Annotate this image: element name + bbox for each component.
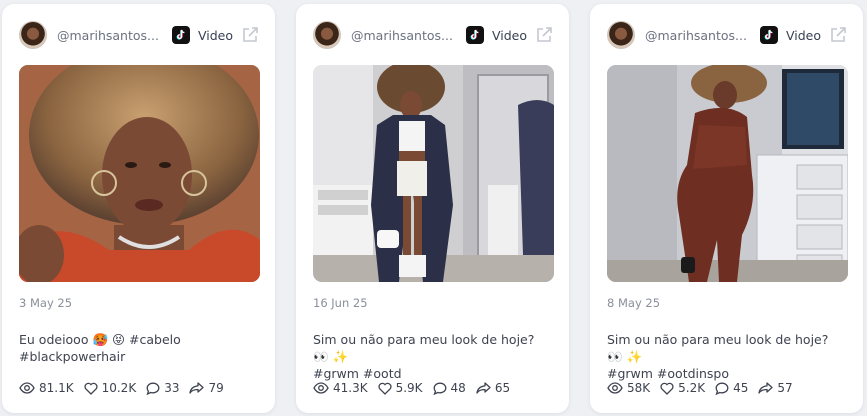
caption-hashtags: #grwm #ootdinspo [607, 366, 730, 381]
video-thumbnail[interactable] [607, 65, 848, 282]
caption-line: Sim ou não para meu look de hoje? 👀 ✨ [313, 332, 535, 364]
engagement-stats: 58K 5.2K 45 57 [607, 381, 803, 395]
comments-stat: 45 [715, 381, 748, 395]
views-stat: 41.3K [313, 381, 368, 395]
shares-stat: 57 [758, 381, 793, 395]
avatar[interactable] [313, 21, 341, 49]
likes-count: 5.2K [678, 381, 706, 395]
likes-stat: 10.2K [84, 381, 137, 395]
heart-icon [660, 382, 674, 395]
share-icon [758, 382, 774, 394]
caption-line: Sim ou não para meu look de hoje? 👀 ✨ [607, 332, 829, 364]
comments-stat: 48 [433, 381, 466, 395]
card-header: @marihsantos... Video [313, 21, 553, 49]
author-handle[interactable]: @marihsantos... [645, 28, 751, 43]
post-card[interactable]: @marihsantos... Video 3 May 25 Eu odeioo… [2, 4, 275, 413]
video-thumbnail[interactable] [313, 65, 554, 282]
external-link-icon[interactable] [535, 26, 553, 44]
engagement-stats: 81.1K 10.2K 33 79 [19, 381, 234, 395]
platform-label: Video [492, 27, 528, 43]
avatar[interactable] [607, 21, 635, 49]
author-handle[interactable]: @marihsantos... [351, 28, 457, 43]
platform-label: Video [786, 27, 822, 43]
likes-count: 5.9K [395, 381, 423, 395]
views-count: 81.1K [39, 381, 74, 395]
likes-stat: 5.2K [660, 381, 705, 395]
tiktok-icon [760, 26, 778, 44]
author-handle[interactable]: @marihsantos... [57, 28, 163, 43]
eye-icon [607, 382, 623, 394]
comments-stat: 33 [146, 381, 179, 395]
card-header: @marihsantos... Video [19, 21, 259, 49]
caption-line: Eu odeiooo 🥵 😝 #cabelo [19, 332, 181, 347]
post-card[interactable]: @marihsantos... Video 16 Jun 25 Sim ou n… [296, 4, 569, 413]
views-stat: 58K [607, 381, 650, 395]
shares-count: 79 [208, 381, 224, 395]
caption-hashtags: #blackpowerhair [19, 349, 126, 364]
platform-label: Video [198, 27, 234, 43]
share-icon [189, 382, 205, 394]
external-link-icon[interactable] [241, 26, 259, 44]
post-date: 16 Jun 25 [313, 296, 368, 310]
avatar[interactable] [19, 21, 47, 49]
views-count: 58K [627, 381, 651, 395]
shares-count: 57 [777, 381, 793, 395]
share-icon [476, 382, 491, 394]
shares-stat: 79 [189, 381, 224, 395]
shares-count: 65 [494, 381, 511, 395]
post-date: 8 May 25 [607, 296, 661, 310]
engagement-stats: 41.3K 5.9K 48 65 [313, 381, 520, 395]
tiktok-icon [172, 26, 190, 44]
likes-stat: 5.9K [378, 381, 423, 395]
eye-icon [19, 382, 35, 394]
post-caption: Sim ou não para meu look de hoje? 👀 ✨ #g… [607, 331, 847, 381]
views-count: 41.3K [333, 381, 368, 395]
heart-icon [84, 382, 98, 395]
post-caption: Eu odeiooo 🥵 😝 #cabelo #blackpowerhair [19, 331, 259, 365]
shares-stat: 65 [476, 381, 510, 395]
eye-icon [313, 382, 329, 394]
comment-icon [715, 382, 729, 395]
post-caption: Sim ou não para meu look de hoje? 👀 ✨ #g… [313, 331, 553, 381]
heart-icon [378, 382, 392, 395]
views-stat: 81.1K [19, 381, 74, 395]
caption-hashtags: #grwm #ootd [313, 366, 402, 381]
tiktok-icon [466, 26, 484, 44]
comment-icon [146, 382, 160, 395]
card-header: @marihsantos... Video [607, 21, 847, 49]
comments-count: 33 [164, 381, 180, 395]
comment-icon [433, 382, 446, 395]
external-link-icon[interactable] [829, 26, 847, 44]
comments-count: 45 [733, 381, 749, 395]
likes-count: 10.2K [101, 381, 137, 395]
post-card[interactable]: @marihsantos... Video 8 May 25 Sim ou nã… [590, 4, 863, 413]
post-date: 3 May 25 [19, 296, 73, 310]
comments-count: 48 [450, 381, 466, 395]
video-thumbnail[interactable] [19, 65, 260, 282]
